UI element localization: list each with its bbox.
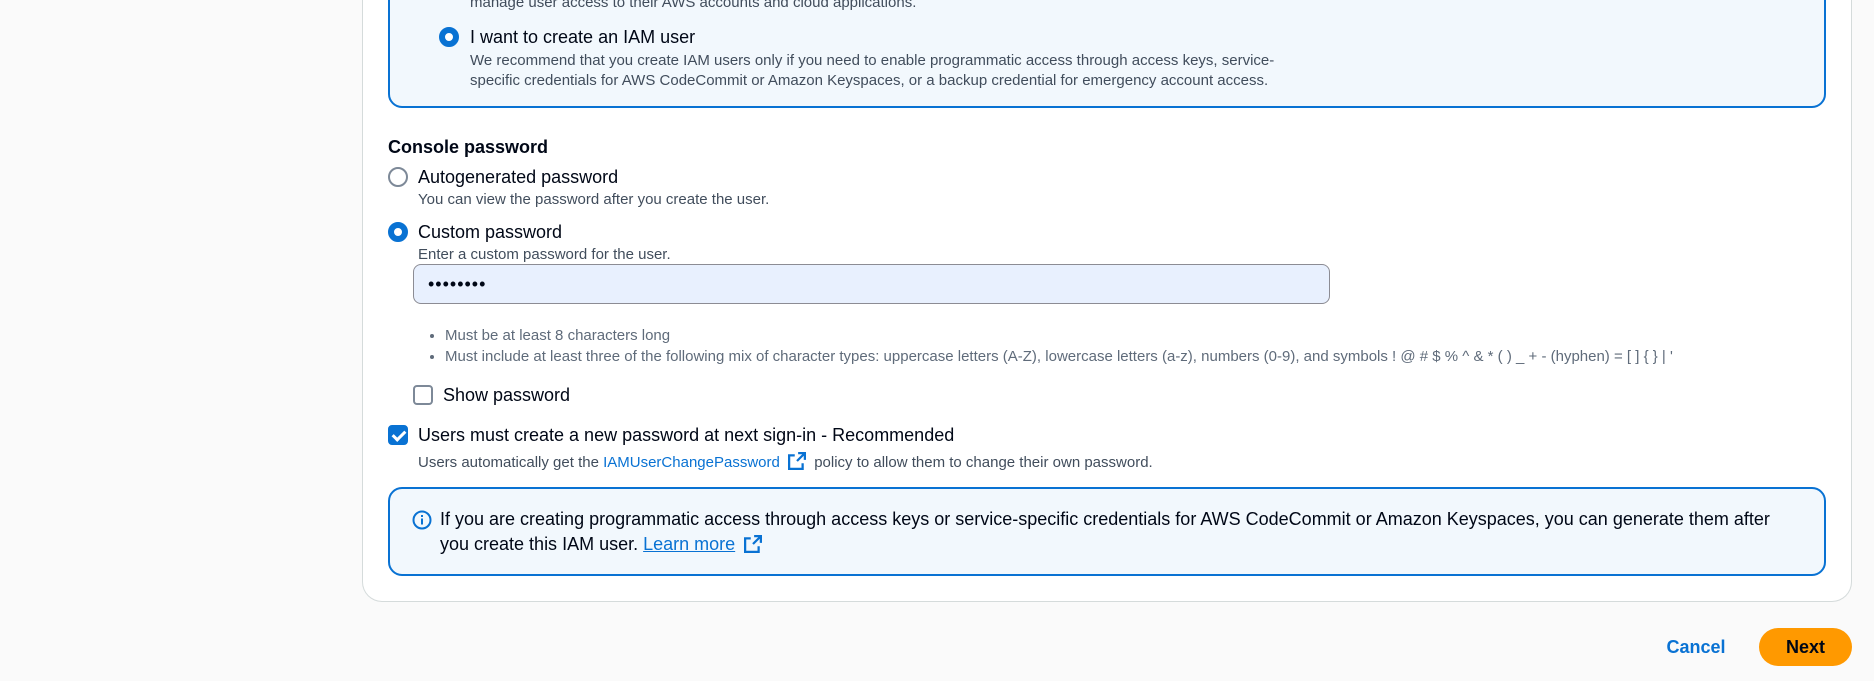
password-rules-list: Must be at least 8 characters long Must … (445, 325, 1673, 367)
must-reset-desc-suffix: policy to allow them to change their own… (814, 454, 1153, 471)
iam-user-option-desc-line2: specific credentials for AWS CodeCommit … (470, 72, 1269, 89)
custom-password-desc: Enter a custom password for the user. (418, 246, 671, 263)
autogenerated-password-label[interactable]: Autogenerated password (418, 167, 618, 188)
must-reset-password-label[interactable]: Users must create a new password at next… (418, 425, 954, 446)
must-reset-password-checkbox[interactable] (388, 425, 408, 445)
info-alert-text: If you are creating programmatic access … (440, 507, 1800, 557)
learn-more-link[interactable]: Learn more (643, 534, 735, 554)
next-button[interactable]: Next (1759, 628, 1852, 666)
external-link-icon[interactable] (788, 452, 807, 470)
password-rule: Must include at least three of the follo… (445, 346, 1673, 367)
iam-user-option-label: I want to create an IAM user (470, 27, 696, 47)
must-reset-desc-prefix: Users automatically get the (418, 454, 599, 471)
show-password-checkbox[interactable] (413, 385, 433, 405)
autogenerated-password-radio[interactable] (388, 167, 408, 187)
iam-user-option-desc-line1: We recommend that you create IAM users o… (470, 52, 1275, 69)
cancel-button[interactable]: Cancel (1658, 628, 1734, 666)
custom-password-input[interactable]: •••••••• (413, 264, 1330, 304)
info-alert: If you are creating programmatic access … (388, 487, 1826, 576)
custom-password-label[interactable]: Custom password (418, 222, 562, 243)
info-icon (412, 510, 432, 530)
console-password-title: Console password (388, 137, 549, 157)
password-rule: Must be at least 8 characters long (445, 325, 1673, 346)
iam-user-radio[interactable] (439, 27, 459, 47)
iam-user-change-password-link[interactable]: IAMUserChangePassword (603, 454, 780, 471)
autogenerated-password-desc: You can view the password after you crea… (418, 191, 770, 208)
show-password-label[interactable]: Show password (443, 385, 570, 406)
custom-password-radio[interactable] (388, 222, 408, 242)
identity-center-option-desc: manage user access to their AWS accounts… (470, 0, 917, 11)
external-link-icon[interactable] (744, 535, 763, 553)
must-reset-password-desc: Users automatically get the IAMUserChang… (418, 452, 1153, 471)
info-alert-message: If you are creating programmatic access … (440, 509, 1770, 554)
